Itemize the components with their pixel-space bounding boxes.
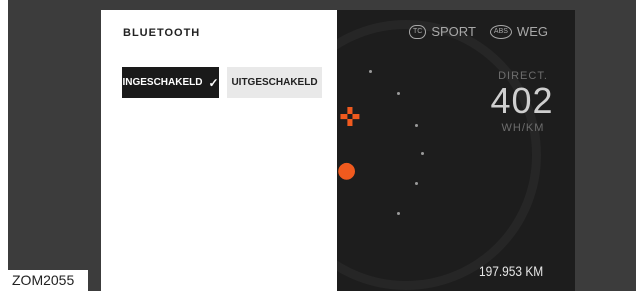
dashboard-screen: ✜ ● TC SPORT ABS WEG DIRECT. 402 WH/KM 1…	[101, 10, 575, 291]
panel-title: BLUETOOTH	[123, 27, 201, 39]
tick-dot	[421, 152, 424, 155]
figure-caption: ZOM2055	[8, 270, 88, 291]
mode-label: WEG	[516, 24, 548, 39]
bluetooth-panel: BLUETOOTH INGESCHAKELD ✓ UITGESCHAKELD	[101, 10, 337, 291]
tick-dot	[397, 212, 400, 215]
consumption-value: 402	[490, 80, 554, 121]
bluetooth-on-button[interactable]: INGESCHAKELD ✓	[122, 67, 219, 98]
tick-dot	[369, 70, 372, 73]
mode-road: ABS WEG	[489, 24, 548, 39]
button-label: INGESCHAKELD	[122, 77, 203, 88]
tick-dot	[397, 92, 400, 95]
button-label: UITGESCHAKELD	[231, 77, 318, 88]
mode-label: SPORT	[431, 24, 476, 39]
device-frame: ✜ ● TC SPORT ABS WEG DIRECT. 402 WH/KM 1…	[8, 0, 636, 291]
traction-control-icon: TC	[409, 24, 427, 39]
bluetooth-off-button[interactable]: UITGESCHAKELD	[227, 67, 322, 98]
mode-sport: TC SPORT	[409, 24, 476, 39]
odometer: 197.953 KM	[479, 263, 544, 279]
consumption-unit: WH/KM	[501, 122, 545, 134]
checkmark-icon: ✓	[208, 75, 219, 90]
warning-glyph-icon: ✜	[339, 103, 361, 133]
tick-dot	[415, 182, 418, 185]
abs-icon: ABS	[489, 24, 512, 39]
riding-modes: TC SPORT ABS WEG	[409, 24, 562, 39]
tick-dot	[415, 124, 418, 127]
warning-glyph-icon: ●	[337, 158, 357, 183]
